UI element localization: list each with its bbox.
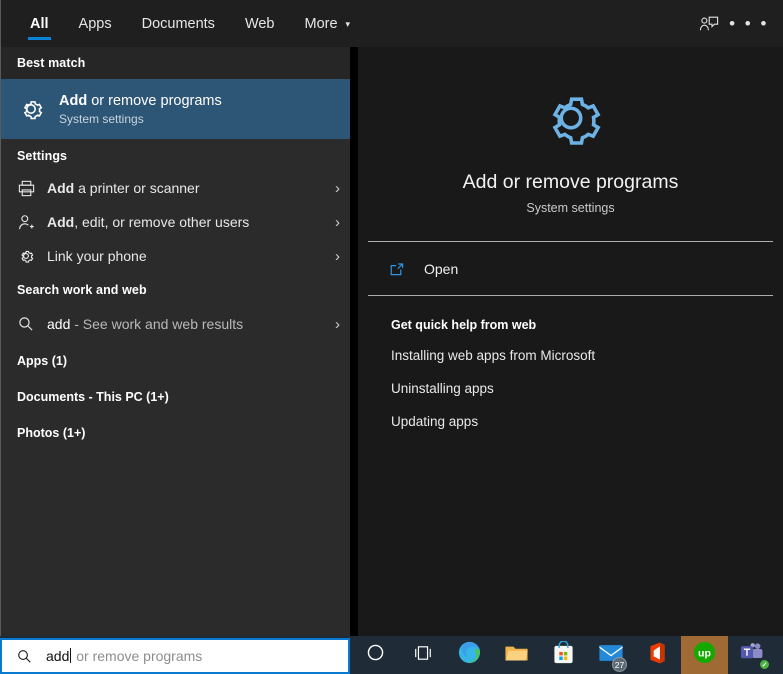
chevron-right-icon[interactable]: › [327,180,340,197]
tab-web[interactable]: Web [230,0,290,47]
preview-title: Add or remove programs [462,171,679,193]
external-link-icon [388,260,424,278]
tab-documents[interactable]: Documents [127,0,230,47]
web-search-query: add [47,316,71,332]
chevron-right-icon[interactable]: › [327,214,340,231]
chevron-down-icon: ▾ [345,19,351,29]
search-overlay-root: All Apps Documents Web More ▾ • • • Best… [0,0,783,674]
settings-item-add-edit-remove-other-users[interactable]: Add, edit, or remove other users › [1,205,350,239]
search-filter-tabbar: All Apps Documents Web More ▾ • • • [0,0,783,47]
gear-icon [17,95,59,123]
task-view-icon [412,643,434,668]
web-search-result-add[interactable]: add - See work and web results › [1,305,350,343]
preview-hero: Add or remove programs System settings [358,47,783,241]
section-apps[interactable]: Apps (1) [1,343,350,379]
settings-item-label: Link your phone [47,248,327,264]
match-rest: , edit, or remove other users [74,214,250,230]
person-add-icon [17,213,47,232]
tab-documents-label: Documents [141,15,215,32]
quick-help-section: Get quick help from web Installing web a… [358,296,783,429]
file-explorer-button[interactable] [493,636,540,674]
search-results-pane: Best match Add or remove programs System… [0,47,350,636]
office-icon [647,641,668,670]
best-match-subtitle: System settings [59,111,144,126]
match-rest: a printer or scanner [74,180,200,196]
task-view-button[interactable] [399,636,446,674]
web-search-suffix: - See work and web results [70,316,244,332]
microsoft-teams-button[interactable]: ✓ [728,636,775,674]
search-work-and-web-header: Search work and web [17,283,147,297]
teams-available-status-icon: ✓ [759,659,770,670]
search-autocomplete-suggestion: or remove programs [72,648,203,664]
chevron-right-icon[interactable]: › [327,248,340,265]
quick-help-header: Get quick help from web [391,318,537,332]
mail-button[interactable]: 27 [587,636,634,674]
tab-apps[interactable]: Apps [64,0,127,47]
tabbar-actions: • • • [689,4,783,44]
help-link-uninstalling-apps[interactable]: Uninstalling apps [391,381,783,396]
chevron-right-icon[interactable]: › [327,316,340,333]
tab-list: All Apps Documents Web More ▾ [15,0,365,47]
cortana-button[interactable] [352,636,399,674]
preview-subtitle: System settings [526,201,615,215]
settings-item-add-printer-or-scanner[interactable]: Add a printer or scanner › [1,171,350,205]
help-link-installing-web-apps[interactable]: Installing web apps from Microsoft [391,348,783,363]
settings-item-label: Add, edit, or remove other users [47,214,327,230]
best-match-title: Add or remove programs [59,92,222,110]
taskbar-search-input[interactable]: add or remove programs [0,638,350,674]
upwork-button[interactable]: up [681,636,728,674]
mail-unread-badge: 27 [612,657,627,672]
preview-pane: Add or remove programs System settings O… [358,47,783,636]
tab-all-label: All [30,15,49,32]
gear-icon [358,81,783,155]
tab-web-label: Web [244,15,275,32]
tab-all[interactable]: All [15,0,64,47]
match-bold: Add [47,214,75,230]
match-bold: Add [47,180,75,196]
open-action-button[interactable]: Open [358,242,783,295]
microsoft-store-icon [552,639,575,670]
edge-browser-button[interactable] [446,636,493,674]
best-match-title-bold: Add [59,92,88,109]
open-label: Open [424,260,459,277]
tab-more[interactable]: More ▾ [290,0,366,47]
best-match-header: Best match [1,47,350,79]
svg-text:up: up [698,648,711,660]
file-explorer-icon [504,642,529,669]
tab-apps-label: Apps [78,15,112,32]
upwork-icon: up [692,640,717,670]
best-match-title-rest: or remove programs [87,92,222,109]
search-typed-text: add [46,648,70,664]
edge-browser-icon [457,640,482,670]
feedback-icon[interactable] [689,4,729,44]
microsoft-store-button[interactable] [540,636,587,674]
office-button[interactable] [634,636,681,674]
tab-more-label: More [304,15,338,32]
help-link-updating-apps[interactable]: Updating apps [391,414,783,429]
more-options-icon[interactable]: • • • [729,4,769,44]
ellipsis-glyph: • • • [729,14,769,33]
cortana-icon [365,642,386,668]
search-text-wrapper: add or remove programs [46,648,202,664]
search-icon [16,648,46,665]
search-icon [17,315,47,333]
printer-icon [17,179,47,198]
settings-group-header: Settings [17,149,68,163]
web-search-label: add - See work and web results [47,316,327,332]
settings-item-link-your-phone[interactable]: Link your phone › [1,239,350,273]
best-match-text: Add or remove programs System settings [59,92,222,127]
section-photos[interactable]: Photos (1+) [1,415,350,451]
gear-icon [17,247,47,265]
best-match-result-add-or-remove-programs[interactable]: Add or remove programs System settings [1,79,350,139]
match-rest: Link your phone [47,248,147,264]
taskbar-icon-strip: 27 up ✓ [352,636,775,674]
section-documents-this-pc[interactable]: Documents - This PC (1+) [1,379,350,415]
settings-item-label: Add a printer or scanner [47,180,327,196]
